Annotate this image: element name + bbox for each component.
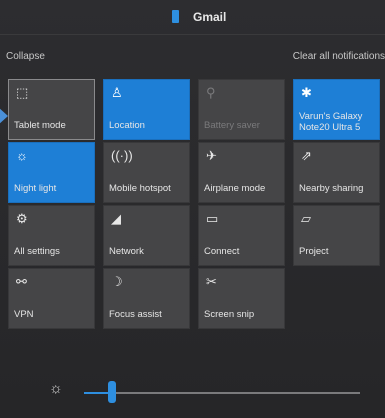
quick-action-label: Mobile hotspot <box>109 183 171 194</box>
tablet-mode-icon: ⬚ <box>16 85 29 100</box>
focus-assist-icon: ☽ <box>111 274 123 289</box>
gmail-app-icon <box>172 10 179 23</box>
quick-action-airplane[interactable]: ✈ Airplane mode <box>198 142 285 203</box>
quick-action-vpn[interactable]: ⚯ VPN <box>8 268 95 329</box>
quick-action-gear[interactable]: ⚙ All settings <box>8 205 95 266</box>
quick-action-night-light[interactable]: ☼ Night light <box>8 142 95 203</box>
location-icon: ♙ <box>111 85 123 100</box>
quick-action-label: Project <box>299 246 329 257</box>
quick-action-focus-assist[interactable]: ☽ Focus assist <box>103 268 190 329</box>
quick-action-mobile-hotspot[interactable]: ((·)) Mobile hotspot <box>103 142 190 203</box>
quick-action-network[interactable]: ◢ Network <box>103 205 190 266</box>
quick-action-connect[interactable]: ▭ Connect <box>198 205 285 266</box>
quick-action-label: VPN <box>14 309 34 320</box>
quick-action-label: Network <box>109 246 144 257</box>
connect-icon: ▭ <box>206 211 219 226</box>
screen-snip-icon: ✂ <box>206 274 217 289</box>
vpn-icon: ⚯ <box>16 274 27 289</box>
network-icon: ◢ <box>111 211 121 226</box>
quick-action-label: Location <box>109 120 145 131</box>
night-light-icon: ☼ <box>16 148 28 163</box>
quick-action-label: Varun's Galaxy Note20 Ultra 5 <box>299 111 363 133</box>
quick-action-location[interactable]: ♙ Location <box>103 79 190 140</box>
quick-action-label: Night light <box>14 183 57 194</box>
quick-action-project[interactable]: ▱ Project <box>293 205 380 266</box>
mobile-hotspot-icon: ((·)) <box>111 148 133 163</box>
pointer-arrow-icon <box>0 107 8 125</box>
quick-action-label: Screen snip <box>204 309 255 320</box>
brightness-slider-thumb[interactable] <box>107 381 116 403</box>
quick-action-nearby-sharing[interactable]: ⇗ Nearby sharing <box>293 142 380 203</box>
quick-action-label: Focus assist <box>109 309 162 320</box>
quick-action-bluetooth[interactable]: ✱ Varun's Galaxy Note20 Ultra 5 <box>293 79 380 140</box>
brightness-icon: ☼ <box>49 380 63 397</box>
gear-icon: ⚙ <box>16 211 28 226</box>
notification-app-name: Gmail <box>193 10 227 24</box>
airplane-icon: ✈ <box>206 148 217 163</box>
quick-action-label: Tablet mode <box>14 120 66 131</box>
quick-action-battery-saver[interactable]: ⚲ Battery saver <box>198 79 285 140</box>
battery-saver-icon: ⚲ <box>206 85 216 100</box>
clear-all-notifications-link[interactable]: Clear all notifications <box>293 51 385 62</box>
nearby-sharing-icon: ⇗ <box>301 148 312 163</box>
notification-header: Gmail <box>0 0 385 35</box>
quick-action-label: Nearby sharing <box>299 183 364 194</box>
brightness-slider-track[interactable] <box>84 392 360 394</box>
action-center-panel: Gmail Collapse Clear all notifications ⬚… <box>0 0 385 418</box>
quick-action-label: Battery saver <box>204 120 260 131</box>
quick-action-tablet-mode[interactable]: ⬚ Tablet mode <box>8 79 95 140</box>
quick-action-screen-snip[interactable]: ✂ Screen snip <box>198 268 285 329</box>
bluetooth-icon: ✱ <box>301 85 312 100</box>
project-icon: ▱ <box>301 211 311 226</box>
collapse-link[interactable]: Collapse <box>6 51 45 62</box>
quick-action-label: Connect <box>204 246 240 257</box>
quick-action-label: Airplane mode <box>204 183 266 194</box>
quick-action-label: All settings <box>14 246 60 257</box>
